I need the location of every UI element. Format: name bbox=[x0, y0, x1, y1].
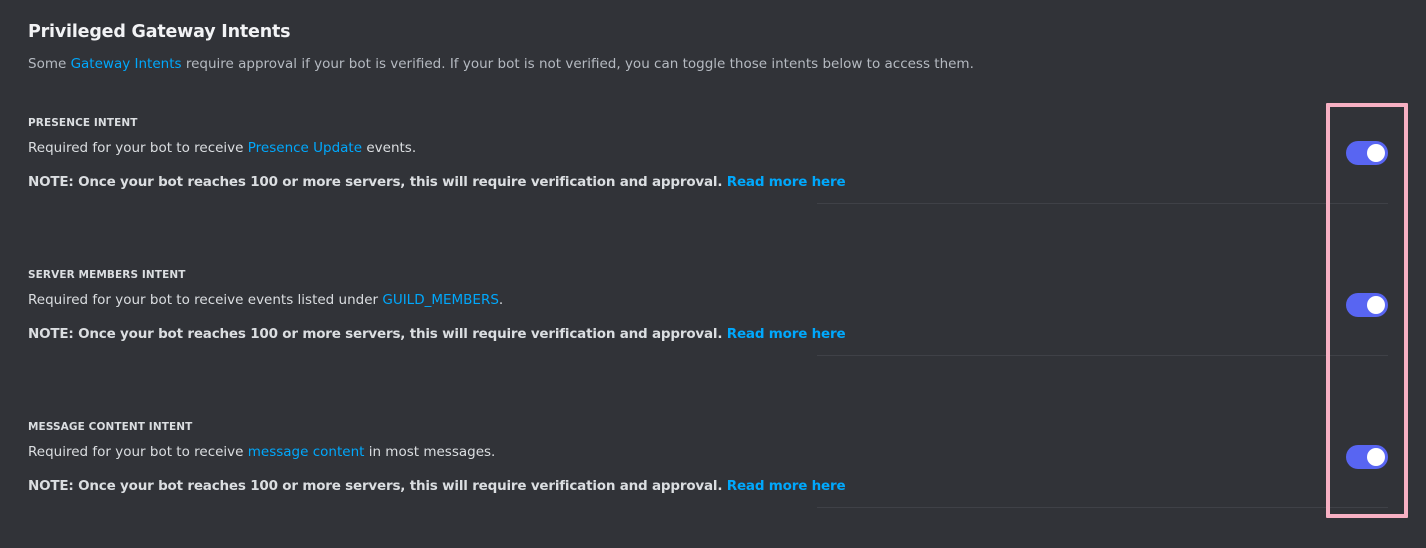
intent-desc-suffix: in most messages. bbox=[364, 444, 496, 460]
intent-note: NOTE: Once your bot reaches 100 or more … bbox=[28, 326, 846, 342]
intent-note-text: NOTE: Once your bot reaches 100 or more … bbox=[28, 174, 723, 190]
intent-description: Required for your bot to receive message… bbox=[28, 444, 495, 460]
presence-update-link[interactable]: Presence Update bbox=[248, 140, 362, 156]
divider bbox=[817, 507, 1388, 508]
intent-heading: MESSAGE CONTENT INTENT bbox=[28, 421, 193, 433]
intent-desc-suffix: events. bbox=[362, 140, 417, 156]
read-more-link[interactable]: Read more here bbox=[727, 174, 846, 190]
intent-desc-suffix: . bbox=[498, 292, 504, 308]
message-content-link[interactable]: message content bbox=[248, 444, 365, 460]
toggle-knob bbox=[1367, 144, 1385, 162]
message-content-intent-toggle[interactable] bbox=[1346, 445, 1388, 469]
intent-description: Required for your bot to receive events … bbox=[28, 292, 503, 308]
gateway-intents-link[interactable]: Gateway Intents bbox=[71, 56, 182, 72]
intent-desc-prefix: Required for your bot to receive bbox=[28, 140, 248, 156]
intent-note: NOTE: Once your bot reaches 100 or more … bbox=[28, 174, 846, 190]
bot-settings-page: Privileged Gateway Intents Some Gateway … bbox=[0, 0, 1426, 548]
presence-intent-row: PRESENCE INTENT Required for your bot to… bbox=[28, 117, 1388, 227]
presence-intent-toggle[interactable] bbox=[1346, 141, 1388, 165]
intent-heading: PRESENCE INTENT bbox=[28, 117, 138, 129]
intent-desc-prefix: Required for your bot to receive bbox=[28, 444, 248, 460]
read-more-link[interactable]: Read more here bbox=[727, 326, 846, 342]
section-subtitle: Some Gateway Intents require approval if… bbox=[28, 56, 974, 72]
intent-heading: SERVER MEMBERS INTENT bbox=[28, 269, 186, 281]
section-title: Privileged Gateway Intents bbox=[28, 22, 291, 42]
guild-members-link[interactable]: GUILD_MEMBERS bbox=[382, 292, 499, 308]
intent-description: Required for your bot to receive Presenc… bbox=[28, 140, 416, 156]
toggle-knob bbox=[1367, 448, 1385, 466]
intent-note-text: NOTE: Once your bot reaches 100 or more … bbox=[28, 326, 723, 342]
subtitle-suffix: require approval if your bot is verified… bbox=[181, 56, 974, 72]
server-members-intent-row: SERVER MEMBERS INTENT Required for your … bbox=[28, 269, 1388, 379]
intent-desc-prefix: Required for your bot to receive events … bbox=[28, 292, 383, 308]
read-more-link[interactable]: Read more here bbox=[727, 478, 846, 494]
toggle-knob bbox=[1367, 296, 1385, 314]
message-content-intent-row: MESSAGE CONTENT INTENT Required for your… bbox=[28, 421, 1388, 531]
intent-note-text: NOTE: Once your bot reaches 100 or more … bbox=[28, 478, 723, 494]
server-members-intent-toggle[interactable] bbox=[1346, 293, 1388, 317]
divider bbox=[817, 355, 1388, 356]
intent-note: NOTE: Once your bot reaches 100 or more … bbox=[28, 478, 846, 494]
subtitle-prefix: Some bbox=[28, 56, 71, 72]
divider bbox=[817, 203, 1388, 204]
